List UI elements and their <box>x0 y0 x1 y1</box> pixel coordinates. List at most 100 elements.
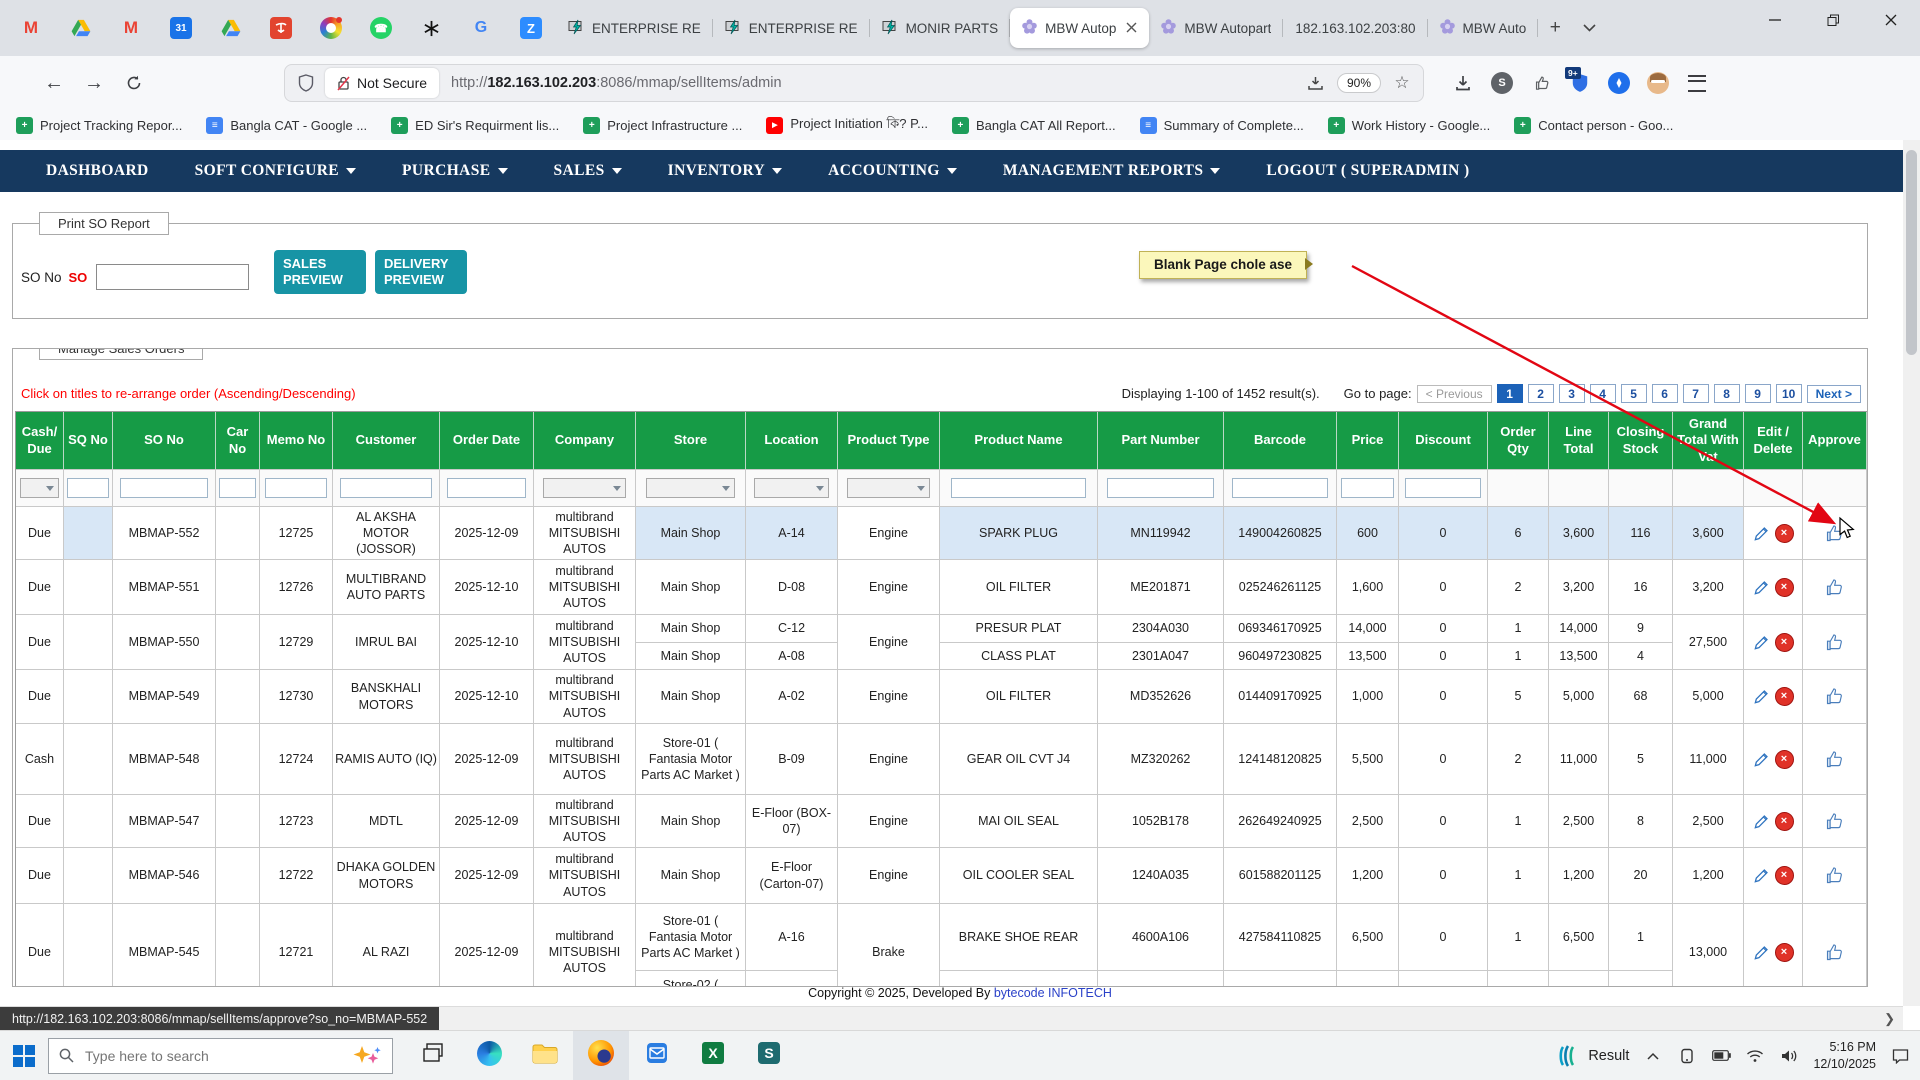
profile-avatar[interactable] <box>1647 72 1669 94</box>
so-number-input[interactable] <box>96 264 249 290</box>
pinned-tab-gmail[interactable]: M <box>6 5 56 51</box>
taskbar-app-task-view[interactable] <box>405 1031 461 1080</box>
filter-input[interactable] <box>951 478 1086 498</box>
close-window-button[interactable] <box>1862 0 1920 40</box>
highlights-sparkle-icon[interactable] <box>352 1045 382 1067</box>
page-button-8[interactable]: 8 <box>1714 384 1740 403</box>
edit-icon[interactable] <box>1753 751 1770 768</box>
delete-icon[interactable]: × <box>1775 578 1794 597</box>
minimize-button[interactable] <box>1746 0 1804 40</box>
page-button-9[interactable]: 9 <box>1745 384 1771 403</box>
filter-select[interactable] <box>20 478 59 498</box>
column-header-location[interactable]: Location <box>746 412 838 469</box>
pinned-tab-color-wheel[interactable] <box>306 5 356 51</box>
nav-item-dashboard[interactable]: DASHBOARD <box>46 162 149 180</box>
edit-icon[interactable] <box>1753 579 1770 596</box>
delete-icon[interactable]: × <box>1775 687 1794 706</box>
gesture-extension-icon[interactable] <box>1530 72 1552 94</box>
taskbar-search[interactable] <box>48 1038 393 1074</box>
page-button-5[interactable]: 5 <box>1621 384 1647 403</box>
browser-tab-7[interactable]: MBW Auto <box>1428 8 1539 48</box>
nav-item-inventory[interactable]: INVENTORY <box>668 162 783 180</box>
column-header-product-type[interactable]: Product Type <box>838 412 940 469</box>
filter-select[interactable] <box>646 478 735 498</box>
page-button-3[interactable]: 3 <box>1559 384 1585 403</box>
column-header-grand-total-with-vat[interactable]: Grand Total With Vat <box>1673 412 1744 469</box>
page-button-6[interactable]: 6 <box>1652 384 1678 403</box>
column-header-company[interactable]: Company <box>534 412 636 469</box>
column-header-sq-no[interactable]: SQ No <box>64 412 113 469</box>
pinned-tab-avro-keyboard[interactable] <box>256 5 306 51</box>
taskbar-app-edge[interactable] <box>461 1031 517 1080</box>
column-header-product-name[interactable]: Product Name <box>940 412 1098 469</box>
developer-link[interactable]: bytecode INFOTECH <box>994 986 1112 1000</box>
column-header-closing-stock[interactable]: Closing Stock <box>1609 412 1673 469</box>
s-extension-icon[interactable]: S <box>1491 72 1513 94</box>
taskbar-app-firefox[interactable] <box>573 1031 629 1080</box>
approve-thumb-icon[interactable] <box>1824 942 1845 963</box>
browser-tab-1[interactable]: ENTERPRISE RE <box>556 8 713 48</box>
next-page-button[interactable]: Next > <box>1807 385 1861 403</box>
browser-tab-6[interactable]: 182.163.102.203:80 <box>1283 8 1427 48</box>
approve-thumb-icon[interactable] <box>1824 749 1845 770</box>
pinned-tab-zoom[interactable]: Z <box>506 5 556 51</box>
edit-icon[interactable] <box>1753 688 1770 705</box>
menu-icon[interactable] <box>1686 72 1708 94</box>
approve-thumb-icon[interactable] <box>1824 577 1845 598</box>
approve-thumb-icon[interactable] <box>1824 523 1845 544</box>
pinned-tab-whatsapp[interactable]: ☎ <box>356 5 406 51</box>
bookmark-item-9[interactable]: +Contact person - Goo... <box>1514 117 1673 134</box>
column-header-edit-delete[interactable]: Edit / Delete <box>1744 412 1803 469</box>
browser-tab-2[interactable]: ENTERPRISE RE <box>713 8 870 48</box>
shield-icon[interactable] <box>295 72 317 94</box>
volume-icon[interactable] <box>1779 1046 1799 1066</box>
delete-icon[interactable]: × <box>1775 866 1794 885</box>
delete-icon[interactable]: × <box>1775 524 1794 543</box>
column-header-store[interactable]: Store <box>636 412 746 469</box>
reload-icon[interactable] <box>114 65 154 101</box>
close-tab-icon[interactable] <box>1126 20 1137 36</box>
column-header-customer[interactable]: Customer <box>333 412 440 469</box>
wifi-icon[interactable] <box>1745 1046 1765 1066</box>
bookmark-item-7[interactable]: ≡Summary of Complete... <box>1140 117 1304 134</box>
page-button-7[interactable]: 7 <box>1683 384 1709 403</box>
column-header-price[interactable]: Price <box>1337 412 1399 469</box>
taskbar-app-splashtop[interactable]: S <box>741 1031 797 1080</box>
filter-input[interactable] <box>265 478 327 498</box>
scrollbar-thumb[interactable] <box>1906 150 1917 355</box>
downloads-icon[interactable] <box>1452 72 1474 94</box>
save-page-icon[interactable] <box>1305 72 1327 94</box>
pinned-tab-drive[interactable] <box>206 5 256 51</box>
start-button[interactable] <box>0 1031 48 1080</box>
edit-icon[interactable] <box>1753 525 1770 542</box>
battery-icon[interactable] <box>1711 1046 1731 1066</box>
tray-chevron-up-icon[interactable] <box>1643 1046 1663 1066</box>
edit-icon[interactable] <box>1753 634 1770 651</box>
tab-list-chevron-icon[interactable] <box>1572 11 1606 45</box>
filter-input[interactable] <box>1341 478 1393 498</box>
not-secure-chip[interactable]: Not Secure <box>325 68 439 98</box>
filter-input[interactable] <box>120 478 208 498</box>
filter-input[interactable] <box>447 478 527 498</box>
column-header-barcode[interactable]: Barcode <box>1224 412 1337 469</box>
vertical-scrollbar[interactable] <box>1903 140 1920 1006</box>
filter-input[interactable] <box>1405 478 1481 498</box>
delete-icon[interactable]: × <box>1775 943 1794 962</box>
column-header-cash-due[interactable]: Cash/ Due <box>16 412 64 469</box>
delivery-preview-button[interactable]: DELIVERYPREVIEW <box>375 250 467 294</box>
edit-icon[interactable] <box>1753 813 1770 830</box>
phone-link-icon[interactable] <box>1677 1046 1697 1066</box>
nav-item-soft-configure[interactable]: SOFT CONFIGURE <box>195 162 356 180</box>
taskbar-app-mail[interactable] <box>629 1031 685 1080</box>
nav-item-sales[interactable]: SALES <box>554 162 622 180</box>
approve-thumb-icon[interactable] <box>1824 686 1845 707</box>
sales-preview-button[interactable]: SALESPREVIEW <box>274 250 366 294</box>
search-input[interactable] <box>83 1047 343 1065</box>
column-header-car-no[interactable]: Car No <box>216 412 260 469</box>
delete-icon[interactable]: × <box>1775 812 1794 831</box>
url-text[interactable]: http://182.163.102.203:8086/mmap/sellIte… <box>451 75 782 91</box>
news-widget[interactable]: Result <box>1556 1044 1629 1068</box>
pinned-tab-openai[interactable] <box>406 5 456 51</box>
approve-thumb-icon[interactable] <box>1824 811 1845 832</box>
restore-button[interactable] <box>1804 0 1862 40</box>
